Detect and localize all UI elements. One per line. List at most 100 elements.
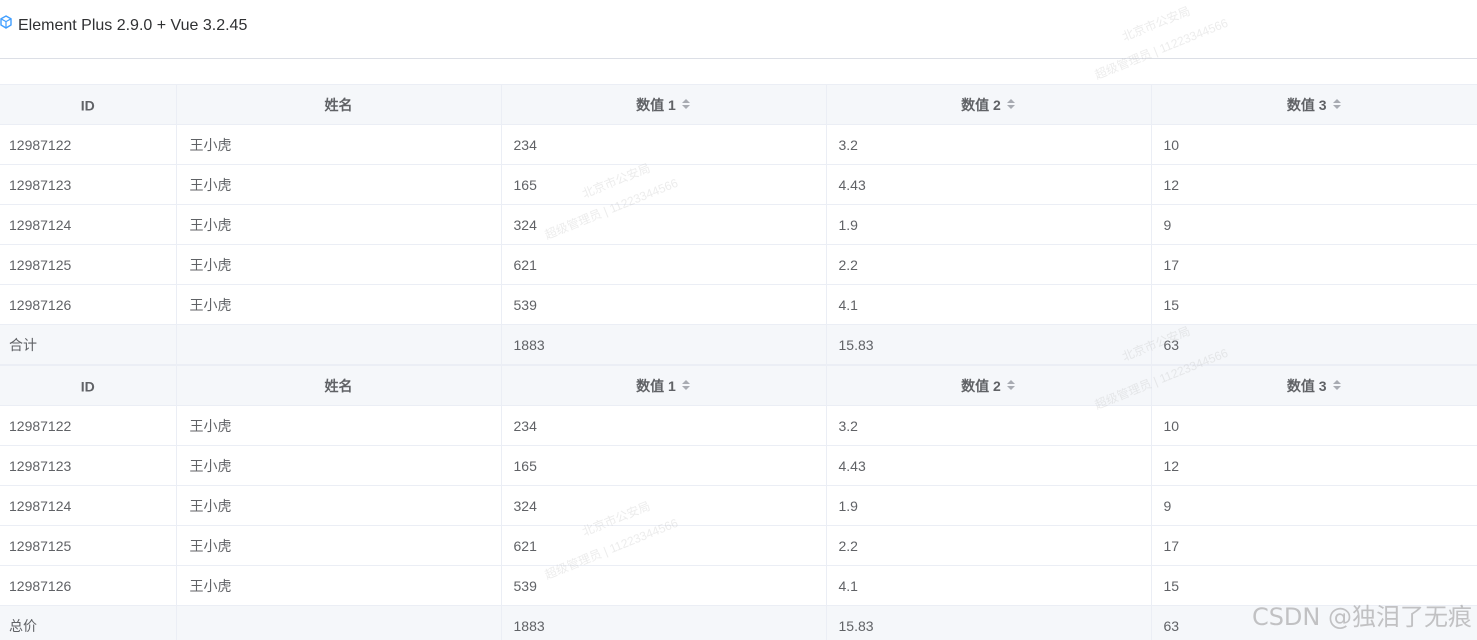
table-header-row: ID 姓名 数值 1 数值 2 数值 3 bbox=[0, 365, 1477, 406]
table-cell: 12987123 bbox=[0, 164, 177, 205]
column-header[interactable]: 数值 2 bbox=[826, 84, 1152, 125]
summary-cell: 1883 bbox=[501, 605, 827, 640]
column-header-label: 数值 3 bbox=[1286, 377, 1327, 394]
table-cell: 165 bbox=[501, 445, 827, 486]
table-cell: 12987126 bbox=[0, 565, 177, 606]
table-cell: 539 bbox=[501, 565, 827, 606]
table-cell: 621 bbox=[501, 525, 827, 566]
summary-cell: 总价 bbox=[0, 605, 177, 640]
sort-caret-icon[interactable] bbox=[681, 97, 691, 111]
sort-caret-icon[interactable] bbox=[1006, 378, 1016, 392]
table-cell: 4.43 bbox=[826, 445, 1152, 486]
table-cell: 12987124 bbox=[0, 204, 177, 245]
table-cell: 1.9 bbox=[826, 204, 1152, 245]
table-row: 12987124 王小虎 324 1.9 9 bbox=[0, 204, 1477, 245]
table-row: 12987126 王小虎 539 4.1 15 bbox=[0, 565, 1477, 606]
table-cell: 324 bbox=[501, 485, 827, 526]
column-header-label: 姓名 bbox=[324, 377, 353, 394]
table-cell: 12987122 bbox=[0, 124, 177, 165]
column-header-label: 数值 3 bbox=[1286, 96, 1327, 113]
table-cell: 王小虎 bbox=[176, 244, 502, 285]
column-header-label: ID bbox=[80, 378, 95, 395]
table-cell: 2.2 bbox=[826, 525, 1152, 566]
sort-caret-icon[interactable] bbox=[1332, 97, 1342, 111]
column-header: 姓名 bbox=[176, 365, 502, 406]
column-header-label: ID bbox=[80, 97, 95, 114]
table-cell: 15 bbox=[1151, 284, 1477, 325]
table-cell: 17 bbox=[1151, 525, 1477, 566]
tables-area: ID 姓名 数值 1 数值 2 数值 3 12987122 王小虎 234 3.2 10 12987… bbox=[0, 84, 1477, 640]
column-header-label: 数值 2 bbox=[961, 377, 1001, 394]
table-row: 12987124 王小虎 324 1.9 9 bbox=[0, 485, 1477, 526]
column-header-label: 姓名 bbox=[324, 96, 353, 113]
summary-cell: 15.83 bbox=[826, 324, 1152, 365]
summary-cell: 63 bbox=[1151, 324, 1477, 365]
table-cell: 12987122 bbox=[0, 405, 177, 446]
table-cell: 王小虎 bbox=[176, 164, 502, 205]
table-cell: 324 bbox=[501, 204, 827, 245]
table-row: 12987122 王小虎 234 3.2 10 bbox=[0, 124, 1477, 165]
sort-caret-icon[interactable] bbox=[1006, 97, 1016, 111]
table-cell: 539 bbox=[501, 284, 827, 325]
table-cell: 王小虎 bbox=[176, 445, 502, 486]
column-header-label: 数值 1 bbox=[636, 96, 676, 113]
table-cell: 3.2 bbox=[826, 124, 1152, 165]
summary-cell: 1883 bbox=[501, 324, 827, 365]
table-cell: 12987123 bbox=[0, 445, 177, 486]
summary-cell: 15.83 bbox=[826, 605, 1152, 640]
table-cell: 12987125 bbox=[0, 244, 177, 285]
column-header: 姓名 bbox=[176, 84, 502, 125]
summary-cell bbox=[176, 605, 502, 640]
summary-row: 合计 1883 15.83 63 bbox=[0, 324, 1477, 365]
table-cell: 17 bbox=[1151, 244, 1477, 285]
table-cell: 10 bbox=[1151, 405, 1477, 446]
table-cell: 12987125 bbox=[0, 525, 177, 566]
table-cell: 9 bbox=[1151, 485, 1477, 526]
table-cell: 王小虎 bbox=[176, 565, 502, 606]
summary-row: 总价 1883 15.83 63 bbox=[0, 605, 1477, 640]
table-cell: 15 bbox=[1151, 565, 1477, 606]
table-cell: 621 bbox=[501, 244, 827, 285]
sort-caret-icon[interactable] bbox=[1332, 378, 1342, 392]
summary-cell: 合计 bbox=[0, 324, 177, 365]
table-cell: 王小虎 bbox=[176, 485, 502, 526]
summary-cell: 63 bbox=[1151, 605, 1477, 640]
app-title: Element Plus 2.9.0 + Vue 3.2.45 bbox=[18, 17, 248, 34]
table-row: 12987125 王小虎 621 2.2 17 bbox=[0, 525, 1477, 566]
table-row: 12987125 王小虎 621 2.2 17 bbox=[0, 244, 1477, 285]
table-header-row: ID 姓名 数值 1 数值 2 数值 3 bbox=[0, 84, 1477, 125]
table-cell: 3.2 bbox=[826, 405, 1152, 446]
table-cell: 9 bbox=[1151, 204, 1477, 245]
table-cell: 4.43 bbox=[826, 164, 1152, 205]
column-header[interactable]: 数值 3 bbox=[1151, 84, 1477, 125]
column-header-label: 数值 2 bbox=[961, 96, 1001, 113]
table-cell: 165 bbox=[501, 164, 827, 205]
column-header: ID bbox=[0, 365, 177, 406]
table-cell: 4.1 bbox=[826, 565, 1152, 606]
data-table-1: ID 姓名 数值 1 数值 2 数值 3 12987122 王小虎 234 3.2 10 12987… bbox=[0, 84, 1477, 365]
table-cell: 1.9 bbox=[826, 485, 1152, 526]
table-row: 12987126 王小虎 539 4.1 15 bbox=[0, 284, 1477, 325]
table-cell: 12 bbox=[1151, 445, 1477, 486]
data-table-2: ID 姓名 数值 1 数值 2 数值 3 12987122 王小虎 234 3.2 10 12987… bbox=[0, 365, 1477, 640]
column-header: ID bbox=[0, 84, 177, 125]
column-header[interactable]: 数值 1 bbox=[501, 365, 827, 406]
table-cell: 王小虎 bbox=[176, 284, 502, 325]
column-header-label: 数值 1 bbox=[636, 377, 676, 394]
table-row: 12987122 王小虎 234 3.2 10 bbox=[0, 405, 1477, 446]
table-cell: 234 bbox=[501, 124, 827, 165]
sort-caret-icon[interactable] bbox=[681, 378, 691, 392]
column-header[interactable]: 数值 2 bbox=[826, 365, 1152, 406]
table-cell: 2.2 bbox=[826, 244, 1152, 285]
cube-icon bbox=[0, 15, 12, 29]
top-bar: Element Plus 2.9.0 + Vue 3.2.45 bbox=[0, 0, 1477, 59]
column-header[interactable]: 数值 3 bbox=[1151, 365, 1477, 406]
column-header[interactable]: 数值 1 bbox=[501, 84, 827, 125]
table-row: 12987123 王小虎 165 4.43 12 bbox=[0, 164, 1477, 205]
table-cell: 12 bbox=[1151, 164, 1477, 205]
table-cell: 王小虎 bbox=[176, 525, 502, 566]
table-cell: 12987124 bbox=[0, 485, 177, 526]
table-cell: 12987126 bbox=[0, 284, 177, 325]
table-cell: 王小虎 bbox=[176, 204, 502, 245]
table-cell: 234 bbox=[501, 405, 827, 446]
